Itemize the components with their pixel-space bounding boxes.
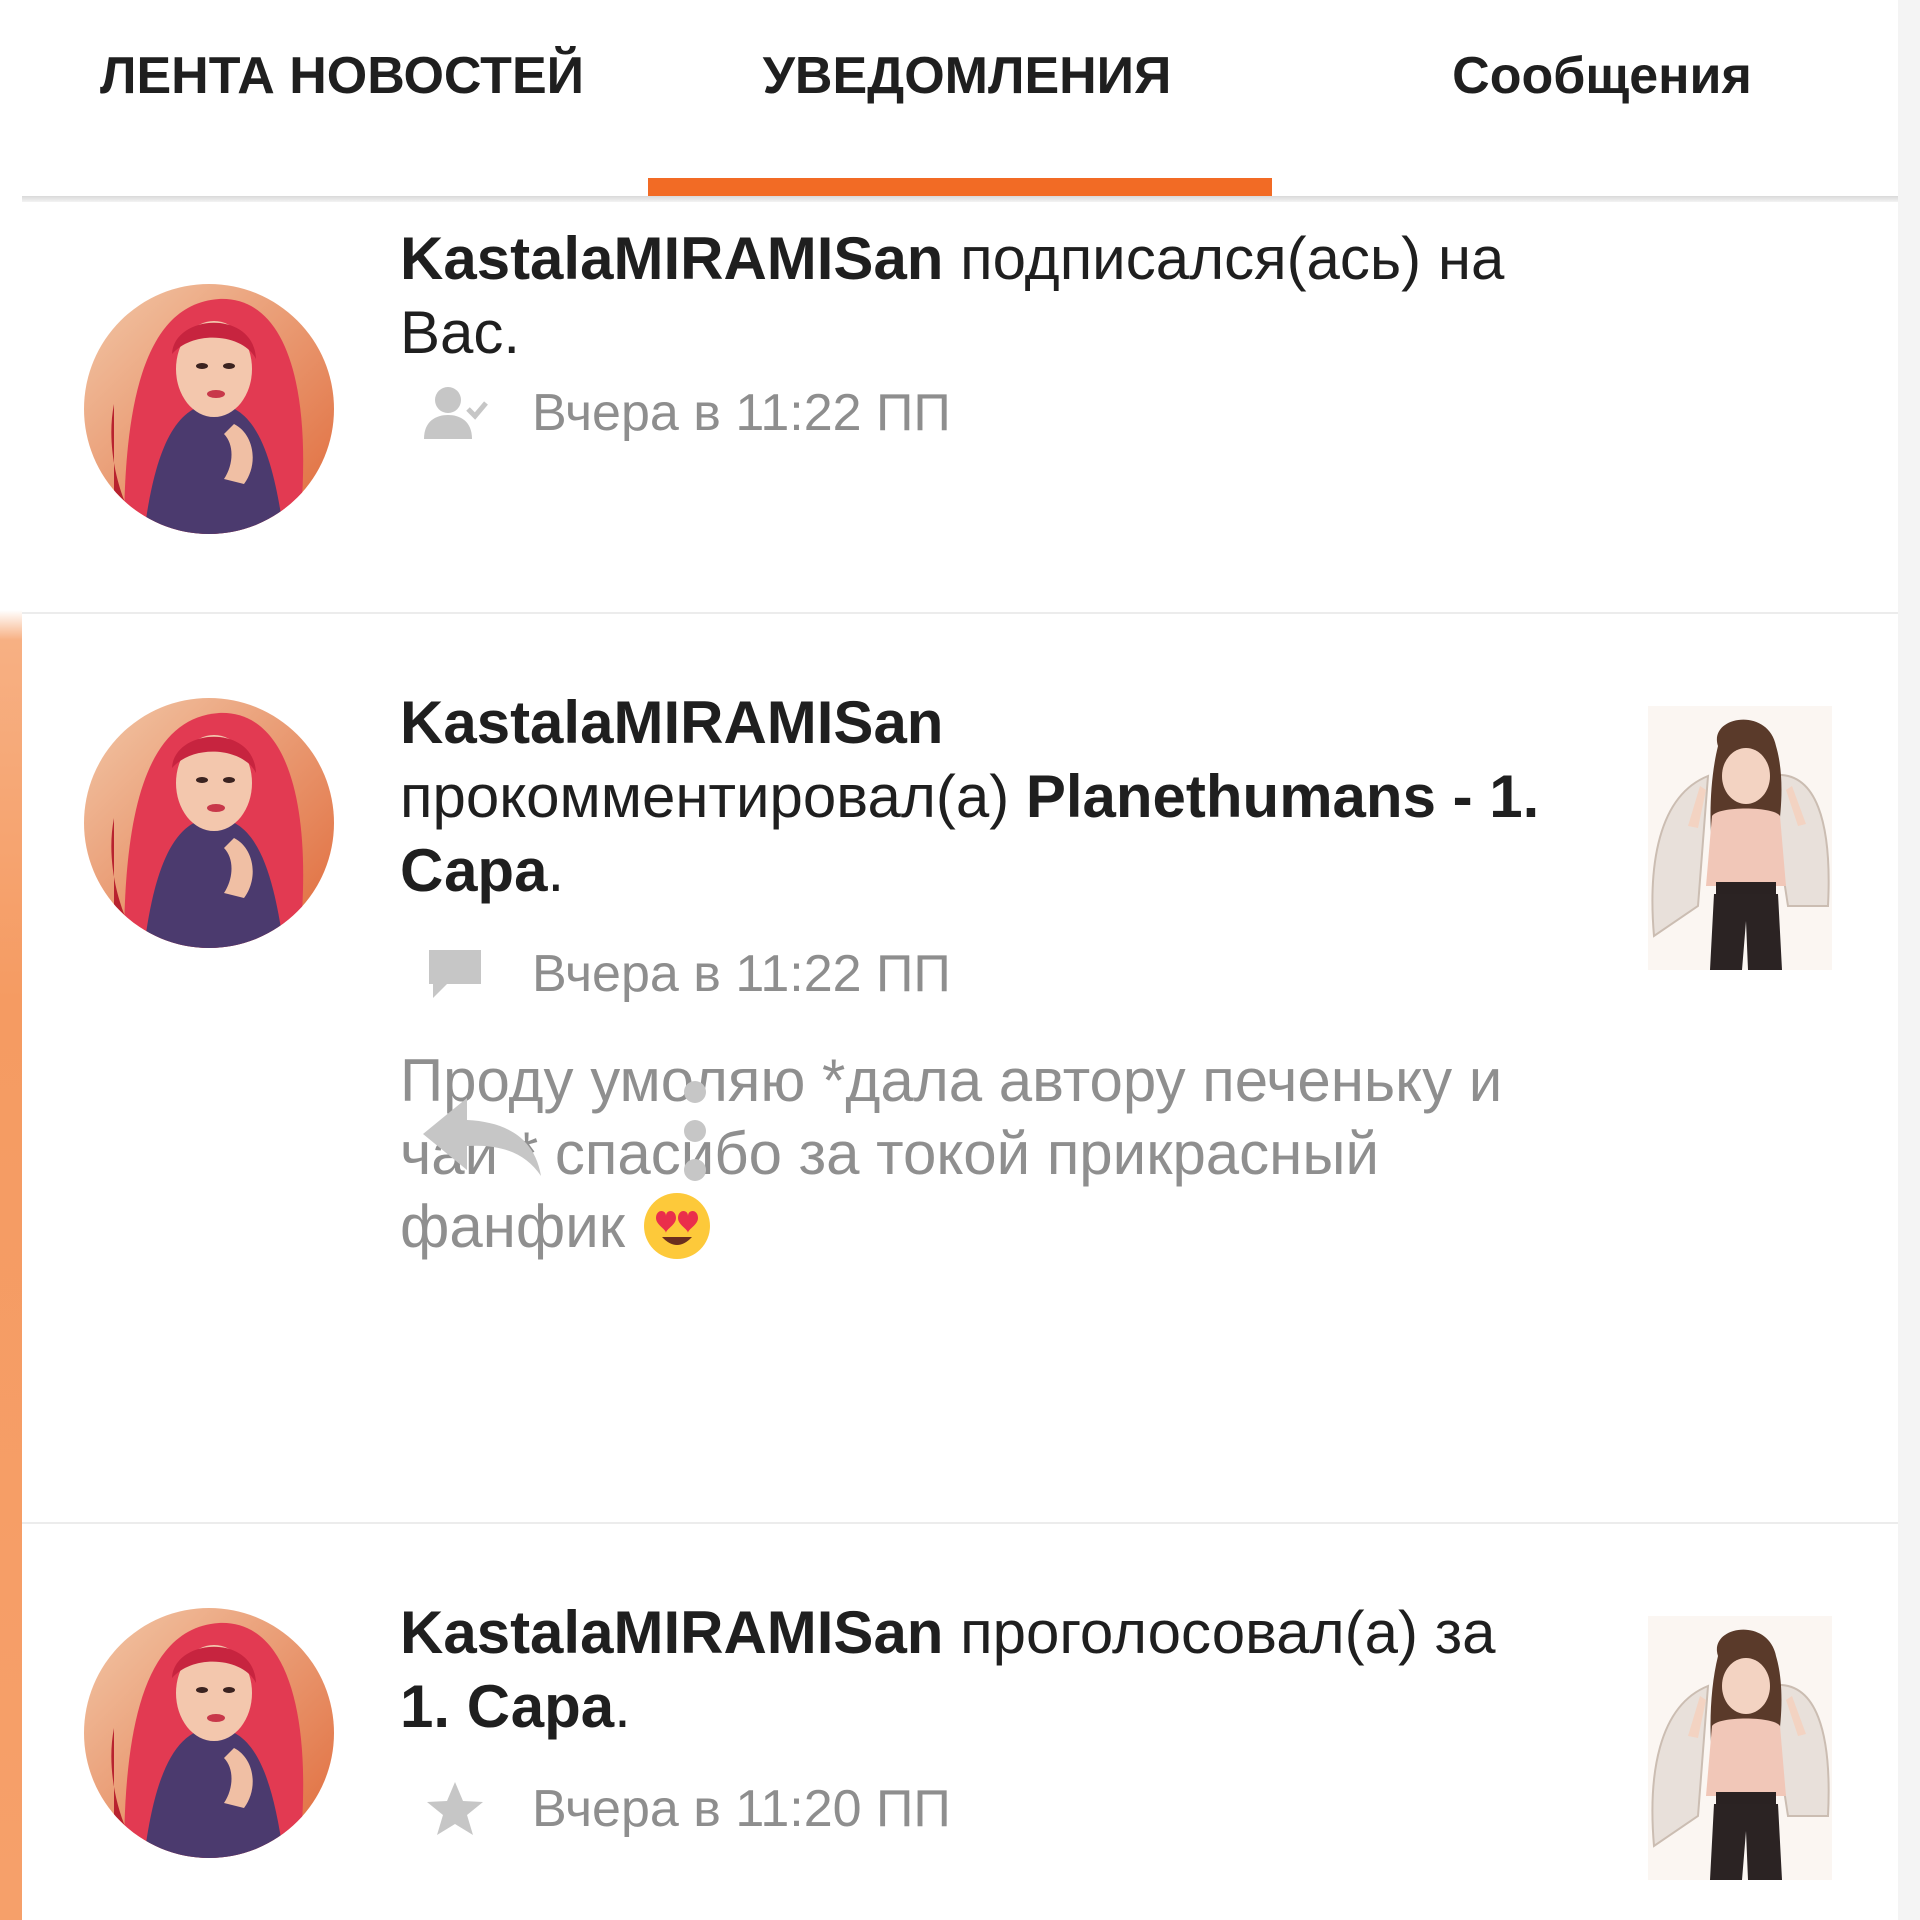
comment-text: Проду умоляю *дала автору печеньку и чай… xyxy=(400,1044,1560,1263)
timestamp: Вчера в 11:22 ПП xyxy=(532,945,951,1003)
notification-item[interactable]: KastalaMIRAMISan прокомментировал(а) Pla… xyxy=(22,614,1898,1522)
app-screen: ЛЕНТА НОВОСТЕЙ УВЕДОМЛЕНИЯ Сообщения Kas… xyxy=(0,0,1920,1920)
title-end: . xyxy=(614,1673,631,1740)
username-link[interactable]: KastalaMIRAMISan xyxy=(400,689,943,756)
unread-edge-strip xyxy=(0,0,22,1920)
work-title-link[interactable]: 1. Сара xyxy=(400,1673,614,1740)
timestamp: Вчера в 11:22 ПП xyxy=(532,384,951,442)
tab-news-feed[interactable]: ЛЕНТА НОВОСТЕЙ xyxy=(82,0,602,198)
notification-title: KastalaMIRAMISan подписался(ась) на Вас. xyxy=(400,222,1560,370)
notification-meta: Вчера в 11:22 ПП xyxy=(420,939,951,1009)
username-link[interactable]: KastalaMIRAMISan xyxy=(400,1599,943,1666)
notification-title: KastalaMIRAMISan проголосовал(а) за 1. С… xyxy=(400,1596,1560,1744)
star-icon xyxy=(420,1774,490,1844)
more-vertical-icon[interactable] xyxy=(665,1076,725,1186)
username-link[interactable]: KastalaMIRAMISan xyxy=(400,225,943,292)
notification-title: KastalaMIRAMISan прокомментировал(а) Pla… xyxy=(400,686,1560,908)
avatar[interactable] xyxy=(84,698,334,948)
action-text: проголосовал(а) за xyxy=(943,1599,1496,1666)
story-cover-thumbnail[interactable] xyxy=(1648,1616,1832,1880)
story-cover-thumbnail[interactable] xyxy=(1648,706,1832,970)
notification-meta: Вчера в 11:22 ПП xyxy=(420,378,951,448)
action-text: прокомментировал(а) xyxy=(400,763,1026,830)
avatar[interactable] xyxy=(84,1608,334,1858)
tab-bar: ЛЕНТА НОВОСТЕЙ УВЕДОМЛЕНИЯ Сообщения xyxy=(22,0,1898,202)
heart-eyes-emoji xyxy=(642,1191,712,1261)
reply-icon[interactable] xyxy=(417,1084,547,1184)
avatar[interactable] xyxy=(84,284,334,534)
comment-icon xyxy=(420,939,490,1009)
tab-notifications[interactable]: УВЕДОМЛЕНИЯ xyxy=(642,0,1292,198)
active-tab-indicator xyxy=(648,178,1272,198)
right-edge xyxy=(1898,0,1920,1920)
title-end: . xyxy=(547,837,565,904)
tab-messages[interactable]: Сообщения xyxy=(1322,0,1882,198)
notification-item[interactable]: KastalaMIRAMISan проголосовал(а) за 1. С… xyxy=(22,1524,1898,1920)
notification-meta: Вчера в 11:20 ПП xyxy=(420,1774,951,1844)
comment-body: Проду умоляю *дала автору печеньку и чай… xyxy=(400,1047,1503,1260)
content-area: ЛЕНТА НОВОСТЕЙ УВЕДОМЛЕНИЯ Сообщения Kas… xyxy=(22,0,1898,1920)
timestamp: Вчера в 11:20 ПП xyxy=(532,1780,951,1838)
notification-item[interactable]: KastalaMIRAMISan подписался(ась) на Вас.… xyxy=(22,202,1898,612)
follow-icon xyxy=(420,378,490,448)
